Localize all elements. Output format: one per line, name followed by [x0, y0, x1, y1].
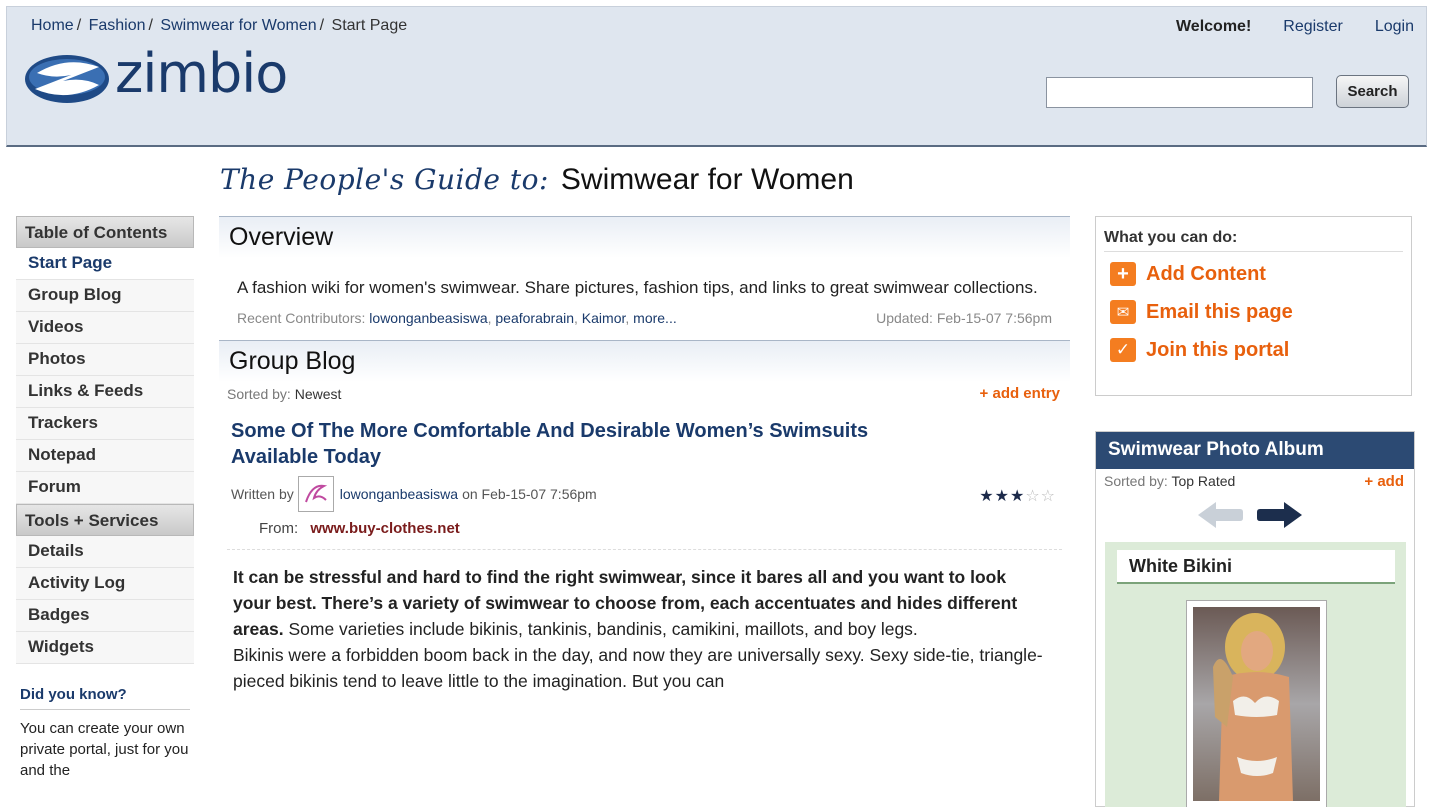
checkmark-icon: ✓: [1110, 338, 1136, 362]
search-input[interactable]: [1046, 77, 1313, 108]
did-you-know-text: You can create your own private portal, …: [20, 720, 189, 779]
site-header: Home / Fashion / Swimwear for Women / Start…: [6, 6, 1427, 147]
entry-body-paragraph: Bikinis were a forbidden boom back in th…: [233, 645, 1043, 691]
breadcrumb-current: Start Page: [331, 17, 408, 34]
tools-item-widgets[interactable]: Widgets: [16, 632, 194, 664]
tools-item-activity-log[interactable]: Activity Log: [16, 568, 194, 600]
email-page-action[interactable]: ✉ Email this page: [1110, 300, 1397, 324]
album-sort-label: Sorted by:: [1104, 473, 1168, 489]
toc-item-start-page[interactable]: Start Page: [16, 248, 194, 280]
entry-source: From: www.buy-clothes.net: [227, 512, 1062, 550]
recent-contributors: Recent Contributors: lowonganbeasiswa, p…: [237, 310, 677, 326]
actions-heading: What you can do:: [1104, 229, 1403, 252]
page-title-lead: The People's Guide to:: [220, 163, 549, 196]
author-avatar[interactable]: [297, 476, 334, 512]
user-links: Welcome! Register Login: [1176, 18, 1414, 36]
breadcrumb-fashion[interactable]: Fashion: [89, 17, 146, 34]
welcome-text: Welcome!: [1175, 18, 1252, 35]
logo-wordmark: zimbio: [115, 41, 288, 105]
breadcrumb-home[interactable]: Home: [31, 17, 74, 34]
album-sort-bar: Sorted by: Top Rated + add: [1096, 469, 1414, 495]
add-content-link[interactable]: Add Content: [1146, 263, 1266, 286]
page-title: The People's Guide to: Swimwear for Wome…: [220, 163, 854, 197]
entry-body-text: Some varieties include bikinis, tankinis…: [283, 619, 918, 639]
did-you-know-box: Did you know? You can create your own pr…: [16, 686, 194, 781]
register-link[interactable]: Register: [1283, 18, 1343, 36]
star-filled-icon: ★: [1009, 488, 1026, 505]
toc-item-videos[interactable]: Videos: [16, 312, 194, 344]
plus-icon: +: [1110, 262, 1136, 286]
contributors-more-link[interactable]: more...: [633, 310, 677, 326]
left-sidebar: Table of Contents Start Page Group Blog …: [16, 216, 194, 781]
join-portal-link[interactable]: Join this portal: [1146, 339, 1289, 362]
breadcrumb-swimwear[interactable]: Swimwear for Women: [160, 17, 316, 34]
entry-body: It can be stressful and hard to find the…: [219, 550, 1059, 708]
photo-frame[interactable]: [1186, 600, 1327, 807]
overview-heading: Overview: [219, 216, 1070, 258]
overview-meta: Recent Contributors: lowonganbeasiswa, p…: [219, 300, 1070, 340]
envelope-icon: ✉: [1110, 300, 1136, 324]
from-label: From:: [259, 520, 299, 537]
star-filled-icon: ★: [979, 488, 995, 505]
actions-box: What you can do: + Add Content ✉ Email t…: [1095, 216, 1412, 396]
tools-header: Tools + Services: [16, 504, 194, 536]
contributor-link[interactable]: lowonganbeasiswa: [369, 310, 487, 326]
toc-item-forum[interactable]: Forum: [16, 472, 194, 504]
email-page-link[interactable]: Email this page: [1146, 301, 1293, 324]
star-filled-icon: ★: [994, 488, 1010, 505]
updated-timestamp: Updated: Feb-15-07 7:56pm: [876, 310, 1052, 326]
author-avatar-icon: [304, 484, 327, 503]
bikini-photo-image: [1193, 607, 1320, 801]
tools-item-details[interactable]: Details: [16, 536, 194, 568]
written-by-label: Written by: [231, 486, 294, 502]
site-logo[interactable]: zimbio: [23, 42, 288, 107]
breadcrumb: Home / Fashion / Swimwear for Women / Start…: [31, 17, 408, 34]
tools-item-badges[interactable]: Badges: [16, 600, 194, 632]
join-portal-action[interactable]: ✓ Join this portal: [1110, 338, 1397, 362]
search-button[interactable]: Search: [1336, 75, 1409, 108]
contributor-link[interactable]: peaforabrain: [495, 310, 574, 326]
author-link[interactable]: lowonganbeasiswa: [340, 486, 458, 502]
toc-item-notepad[interactable]: Notepad: [16, 440, 194, 472]
login-link[interactable]: Login: [1375, 18, 1414, 36]
next-arrow-icon[interactable]: [1256, 500, 1304, 530]
blog-sort-bar: Sorted by: Newest + add entry: [219, 382, 1070, 408]
album-heading: Swimwear Photo Album: [1096, 432, 1414, 469]
toc-header: Table of Contents: [16, 216, 194, 248]
did-you-know-title: Did you know?: [20, 686, 190, 710]
sort-label: Sorted by:: [227, 386, 291, 402]
add-entry-link[interactable]: + add entry: [980, 385, 1060, 402]
page-title-topic: Swimwear for Women: [560, 163, 854, 196]
overview-text: A fashion wiki for women's swimwear. Sha…: [237, 278, 1038, 297]
featured-photo-panel: White Bikini: [1105, 542, 1406, 807]
photo-album: Swimwear Photo Album Sorted by: Top Rate…: [1095, 431, 1415, 807]
album-nav: [1196, 500, 1304, 530]
toc-item-group-blog[interactable]: Group Blog: [16, 280, 194, 312]
entry-rating[interactable]: ★★★☆☆: [979, 486, 1056, 506]
previous-arrow-icon[interactable]: [1196, 500, 1244, 530]
photo-title[interactable]: White Bikini: [1117, 550, 1395, 584]
album-sort-value[interactable]: Top Rated: [1171, 473, 1235, 489]
toc-item-links-feeds[interactable]: Links & Feeds: [16, 376, 194, 408]
toc-item-trackers[interactable]: Trackers: [16, 408, 194, 440]
contributors-label: Recent Contributors:: [237, 310, 366, 326]
entry-byline: Written by lowonganbeasiswa on Feb-15-07…: [219, 470, 1070, 512]
star-empty-icon: ☆: [1025, 488, 1041, 505]
sort-value[interactable]: Newest: [295, 386, 342, 402]
main-content: Overview A fashion wiki for women's swim…: [219, 216, 1070, 708]
toc-item-photos[interactable]: Photos: [16, 344, 194, 376]
zimbio-logo-icon: [25, 55, 109, 103]
entry-date: on Feb-15-07 7:56pm: [462, 486, 597, 502]
group-blog-heading: Group Blog: [219, 340, 1070, 382]
star-empty-icon: ☆: [1040, 488, 1056, 505]
entry-title[interactable]: Some Of The More Comfortable And Desirab…: [219, 408, 919, 470]
add-content-action[interactable]: + Add Content: [1110, 262, 1397, 286]
contributor-link[interactable]: Kaimor: [582, 310, 626, 326]
album-add-link[interactable]: + add: [1364, 473, 1404, 490]
source-link[interactable]: www.buy-clothes.net: [310, 520, 459, 537]
